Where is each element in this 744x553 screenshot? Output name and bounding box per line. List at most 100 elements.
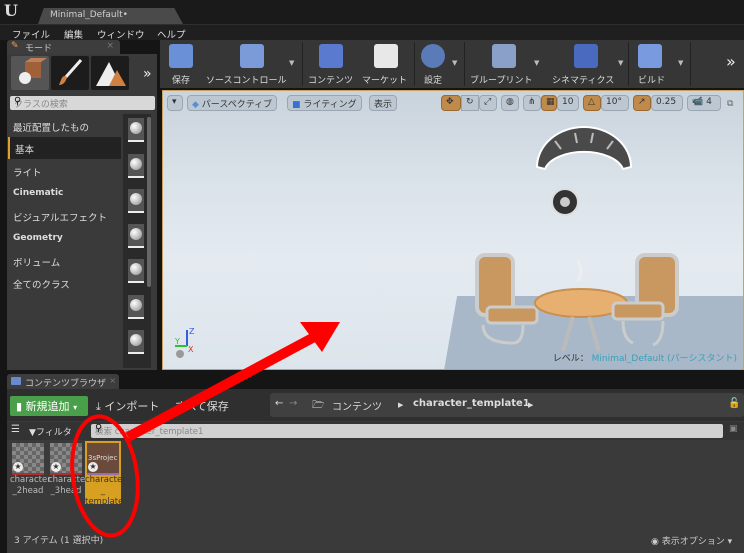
build-icon (638, 44, 662, 68)
blueprints-button[interactable]: ブループリント (468, 40, 544, 88)
level-viewport[interactable]: ▾ ◆ パースペクティブ ■ ライティング 表示 ✥ ↻ ⤢ ◍ ⋔ ▦ 10 … (162, 90, 744, 370)
class-thumbnail[interactable] (128, 154, 144, 178)
paint-mode-button[interactable] (51, 56, 89, 90)
asset-tile[interactable]: ★ character _2head (10, 441, 51, 497)
menu-edit[interactable]: 編集 (64, 27, 83, 41)
class-thumbnail[interactable] (128, 259, 144, 283)
eye-icon: ◉ (651, 537, 659, 547)
rotation-snap-icon[interactable]: △ (583, 95, 601, 111)
surface-snap-icon[interactable]: ⋔ (523, 95, 541, 111)
modes-tab[interactable]: ✎ モード × (7, 40, 120, 54)
rotation-snap-value[interactable]: 10° (601, 95, 629, 111)
world-space-icon[interactable]: ◍ (501, 95, 519, 111)
category-all-classes[interactable]: 全てのクラス (8, 272, 121, 294)
category-geometry[interactable]: Geometry (8, 228, 121, 250)
category-cinematic[interactable]: Cinematic (8, 183, 121, 205)
reflection-capture-icon[interactable] (549, 188, 581, 216)
asset-tile-selected[interactable]: 3sProjec ★ character _ template (85, 441, 126, 507)
lighting-button[interactable]: ■ ライティング (287, 95, 362, 111)
axis-x-label: X (188, 345, 194, 354)
scale-snap-value[interactable]: 0.25 (651, 95, 683, 111)
chevron-down-icon[interactable]: ▼ (289, 59, 294, 67)
unreal-logo-icon[interactable]: U (4, 2, 22, 20)
show-button[interactable]: 表示 (369, 95, 398, 111)
asset-search-input[interactable]: 検索 character_template1 ⚲ (91, 423, 723, 438)
blueprint-gamepad-icon (492, 44, 516, 68)
asset-thumbnail: ★ (50, 443, 82, 475)
new-file-icon: ▮ (16, 400, 23, 413)
breadcrumb-character-template1[interactable]: character_template1 (413, 398, 530, 409)
search-icon: ⚲ (95, 423, 103, 434)
category-basic[interactable]: 基本 (8, 137, 121, 159)
sky-light-icon[interactable] (535, 121, 633, 171)
more-modes-icon[interactable]: » (143, 66, 152, 82)
grid-snap-value[interactable]: 10 (557, 95, 579, 111)
back-arrow-icon[interactable]: ← (275, 398, 283, 409)
translate-mode-icon[interactable]: ✥ (441, 95, 461, 111)
chevron-down-icon[interactable]: ▼ (452, 59, 457, 67)
perspective-button[interactable]: ◆ パースペクティブ (187, 95, 278, 111)
grid-snap-icon[interactable]: ▦ (541, 95, 557, 111)
view-options-button[interactable]: ◉ 表示オプション ▾ (651, 534, 732, 547)
main-toolbar: 保存 ソースコントロール ▼ コンテンツ マーケット 設定 ▼ ブループリント … (160, 40, 744, 88)
breadcrumb-separator-icon[interactable]: ▶ (528, 401, 533, 409)
cinematics-button[interactable]: シネマティクス (550, 40, 622, 88)
asset-thumbnail: ★ (12, 443, 44, 475)
viewport-options-button[interactable]: ▾ (167, 95, 183, 111)
chevron-down-icon[interactable]: ▼ (618, 59, 623, 67)
marketplace-button[interactable]: マーケット (360, 40, 412, 88)
category-lights[interactable]: ライト (8, 160, 121, 182)
class-thumbnail[interactable] (128, 224, 144, 248)
content-button[interactable]: コンテンツ (306, 40, 356, 88)
sources-panel-toggle-icon[interactable]: ☰ (11, 424, 20, 435)
class-thumbnail[interactable] (128, 189, 144, 213)
asset-tile[interactable]: ★ character _3head (48, 441, 89, 497)
maximize-viewport-icon[interactable]: ⧉ (727, 99, 733, 109)
category-visual-effects[interactable]: ビジュアルエフェクト (8, 205, 121, 227)
star-icon: ★ (13, 462, 23, 472)
table-and-chairs-model[interactable] (463, 241, 723, 361)
menu-file[interactable]: ファイル (12, 27, 50, 41)
place-mode-button[interactable] (11, 56, 49, 90)
rotate-mode-icon[interactable]: ↻ (461, 95, 479, 111)
camera-speed-button[interactable]: 📹 4 (687, 95, 721, 111)
menu-help[interactable]: ヘルプ (157, 27, 186, 41)
chevron-down-icon[interactable]: ▼ (678, 59, 683, 67)
content-browser-tab[interactable]: コンテンツブラウザ × (7, 374, 119, 389)
class-thumbnail[interactable] (128, 295, 144, 319)
save-button[interactable]: 保存 (164, 40, 198, 88)
category-volumes[interactable]: ボリューム (8, 250, 121, 272)
scale-snap-icon[interactable]: ↗ (633, 95, 651, 111)
settings-button[interactable]: 設定 (418, 40, 448, 88)
scale-mode-icon[interactable]: ⤢ (479, 95, 497, 111)
class-thumbnail[interactable] (128, 118, 144, 142)
breadcrumb-separator-icon[interactable]: ▶ (398, 401, 403, 409)
chevron-down-icon: ▾ (73, 403, 78, 412)
class-thumbnail[interactable] (128, 330, 144, 354)
menu-window[interactable]: ウィンドウ (97, 27, 145, 41)
import-button[interactable]: ⤓ インポート (96, 396, 159, 414)
save-search-icon[interactable]: ▣ (729, 424, 738, 434)
filters-button[interactable]: ▼フィルタ (29, 425, 72, 438)
save-all-button[interactable]: すべて保存 (175, 396, 229, 414)
close-icon[interactable]: × (106, 41, 114, 51)
more-toolbar-icon[interactable]: » (726, 52, 736, 71)
modes-tab-label: モード (25, 44, 53, 54)
toolbar-divider (302, 42, 303, 86)
landscape-mode-button[interactable] (91, 56, 129, 90)
close-icon[interactable]: × (109, 376, 116, 385)
add-new-button[interactable]: ▮ 新規追加 ▾ (10, 396, 88, 416)
modes-icon: ✎ (11, 41, 19, 51)
document-tab[interactable]: Minimal_Default• (38, 8, 183, 24)
forward-arrow-icon[interactable]: → (289, 398, 297, 409)
class-list-scrollbar[interactable] (147, 117, 151, 287)
source-control-button[interactable]: ソースコントロール (204, 40, 300, 88)
lock-icon[interactable]: 🔓 (728, 398, 740, 409)
category-recent[interactable]: 最近配置したもの (8, 115, 121, 137)
realtime-icon (176, 350, 184, 358)
build-button[interactable]: ビルド (632, 40, 668, 88)
class-search-input[interactable]: クラスの検索 ⚲ (10, 96, 155, 110)
toolbar-divider (690, 42, 691, 86)
breadcrumb-content[interactable]: コンテンツ (332, 398, 382, 413)
chevron-down-icon[interactable]: ▼ (534, 59, 539, 67)
